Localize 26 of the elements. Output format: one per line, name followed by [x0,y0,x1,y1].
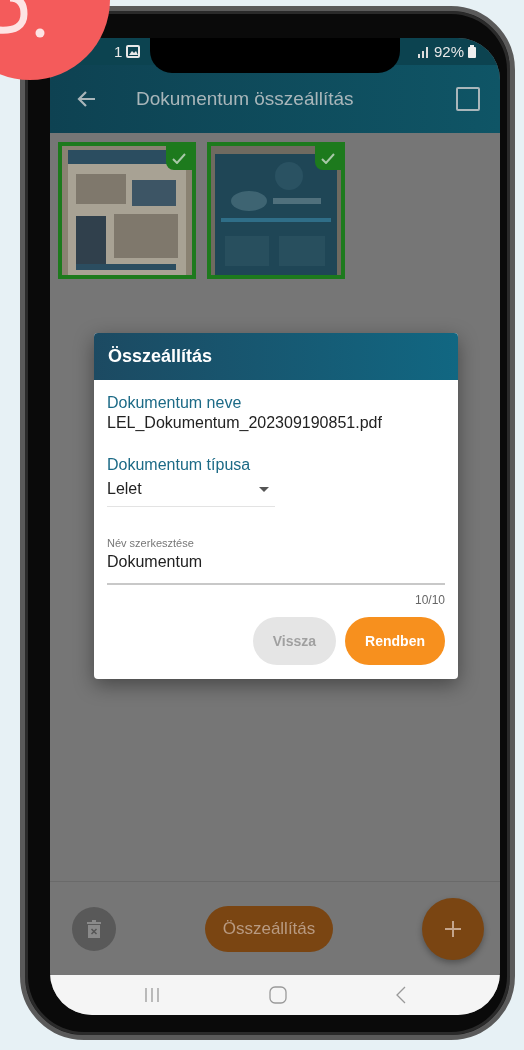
field-label: Dokumentum neve [107,394,243,412]
select-all-checkbox[interactable] [456,87,480,111]
status-time: 1 [114,43,123,60]
battery-icon [468,45,476,58]
back-icon[interactable] [395,986,406,1004]
dropdown-caret-icon [259,486,269,492]
back-arrow-icon[interactable] [76,90,96,108]
delete-button[interactable] [72,906,116,951]
field-label: Név szerkesztése [107,537,195,549]
character-counter: 10/10 [414,593,445,607]
plus-icon [444,919,462,938]
name-input-field[interactable]: Dokumentum [107,549,445,585]
trash-icon [87,919,101,938]
battery-percent: 92% [433,43,464,60]
field-value: LEL_Dokumentum_202309190851.pdf [107,414,383,432]
field-label: Dokumentum típusa [107,456,252,474]
home-icon[interactable] [269,986,287,1004]
signal-icon [415,45,430,58]
image-icon [126,45,141,58]
dialog-title: Összeállítás [94,333,458,380]
add-button[interactable] [422,897,484,960]
compose-button[interactable]: Összeállítás [204,905,334,952]
ok-button[interactable]: Rendben [345,617,445,665]
type-dropdown[interactable]: Lelet [107,480,275,507]
screen-title: Dokumentum összeállítás [136,88,355,110]
recent-apps-icon[interactable] [144,987,161,1003]
